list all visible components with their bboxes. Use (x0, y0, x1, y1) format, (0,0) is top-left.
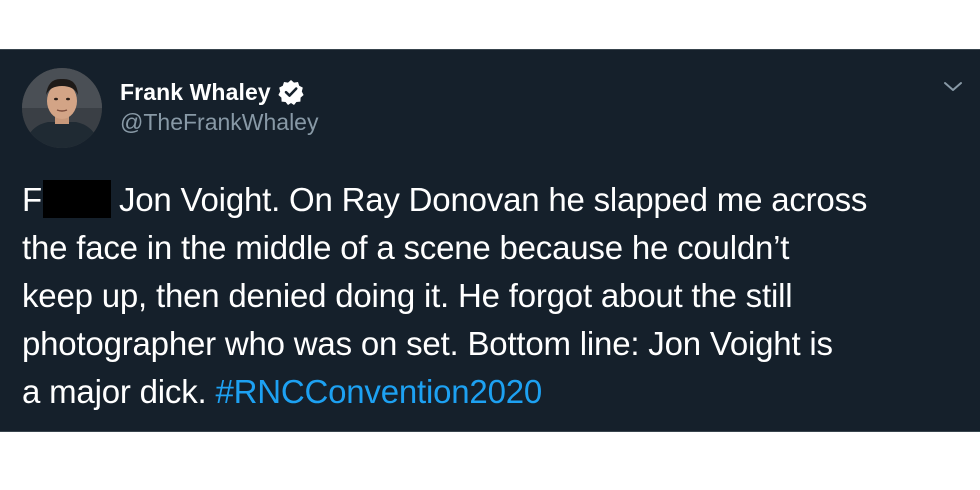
hashtag-link[interactable]: #RNCConvention2020 (215, 373, 542, 410)
tweet-text-line: F Jon Voight. On Ray Donovan he slapped m… (22, 176, 962, 224)
tweet-text-line: a major dick. #RNCConvention2020 (22, 368, 962, 416)
author-display-name[interactable]: Frank Whaley (120, 79, 271, 106)
tweet-card: Frank Whaley @TheFrankWhaley F Jon Voight… (0, 49, 980, 432)
author-handle[interactable]: @TheFrankWhaley (120, 109, 318, 136)
tweet-text-segment: Jon Voight. On Ray Donovan he slapped me… (118, 181, 868, 218)
page: Frank Whaley @TheFrankWhaley F Jon Voight… (0, 0, 980, 490)
name-row: Frank Whaley (120, 77, 318, 107)
tweet-text-initial: F (22, 181, 42, 218)
verified-badge-icon (277, 78, 305, 106)
author-avatar[interactable] (22, 68, 102, 148)
tweet-text-line: keep up, then denied doing it. He forgot… (22, 277, 793, 314)
tweet-text-segment: a major dick. (22, 373, 207, 410)
tweet-text: F Jon Voight. On Ray Donovan he slapped m… (22, 176, 962, 416)
redaction-block (42, 180, 111, 218)
chevron-down-icon[interactable] (942, 79, 964, 95)
tweet-text-line: photographer who was on set. Bottom line… (22, 325, 833, 362)
author-info: Frank Whaley @TheFrankWhaley (120, 77, 318, 136)
tweet-text-line: the face in the middle of a scene becaus… (22, 229, 790, 266)
